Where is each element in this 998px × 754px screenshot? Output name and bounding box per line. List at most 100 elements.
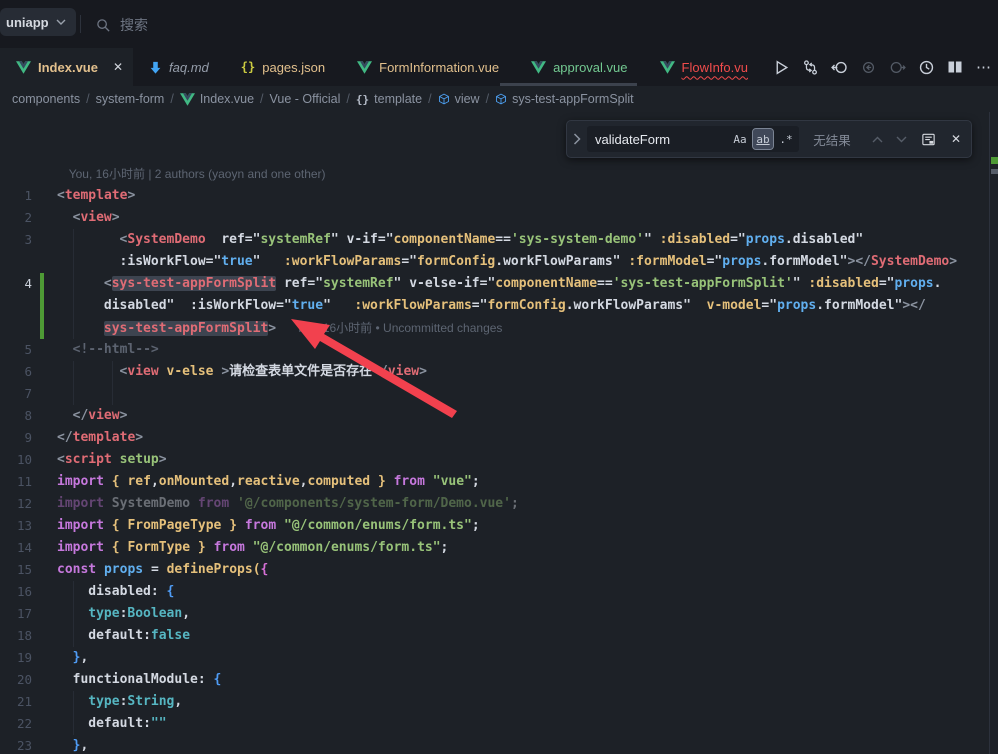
- breadcrumb-item-view[interactable]: view: [438, 92, 480, 106]
- more-actions-icon[interactable]: ⋯: [974, 57, 994, 77]
- indent-guide: [73, 383, 74, 405]
- line-number: 2: [0, 207, 32, 229]
- code-row[interactable]: 4<sys-test-appFormSplit ref="systemRef" …: [0, 273, 988, 295]
- code-token: String: [127, 694, 174, 709]
- code-token: {: [112, 474, 120, 489]
- code-row[interactable]: 23},: [0, 735, 988, 754]
- code-row[interactable]: 2<view>: [0, 207, 988, 229]
- overview-ruler[interactable]: [989, 112, 998, 754]
- ruler-added-marker: [991, 157, 998, 164]
- vue-file-icon: [660, 61, 675, 74]
- code-token: from: [394, 474, 425, 489]
- tab-flowinfo-vu[interactable]: FlowInfo.vu: [644, 48, 764, 86]
- code-token: .formModel": [816, 298, 902, 313]
- code-token: FromPageType: [127, 518, 221, 533]
- code-token: >: [221, 364, 229, 379]
- run-icon[interactable]: [771, 57, 791, 77]
- code-row[interactable]: sys-test-appFormSplit> You, 16小时前 • Unco…: [0, 317, 988, 339]
- code-token: =": [401, 254, 417, 269]
- code-row[interactable]: 16disabled: {: [0, 581, 988, 603]
- code-token: [104, 474, 112, 489]
- tab-label: FormInformation.vue: [379, 60, 499, 75]
- match-case-button[interactable]: Aa: [730, 129, 750, 149]
- timeline-icon[interactable]: [916, 57, 936, 77]
- code-row[interactable]: 20functionalModule: {: [0, 669, 988, 691]
- tabbar-scrollbar[interactable]: [500, 83, 637, 86]
- close-find-icon[interactable]: ✕: [943, 132, 969, 146]
- code-row[interactable]: 18 default:false: [0, 625, 988, 647]
- workspace-switcher-button[interactable]: uniapp: [0, 8, 76, 36]
- code-row[interactable]: :isWorkFlow="true" :workFlowParams="form…: [0, 251, 988, 273]
- tab-index-vue[interactable]: Index.vue✕: [0, 48, 133, 86]
- code-token: :: [143, 628, 151, 643]
- find-in-selection-icon[interactable]: [913, 132, 943, 147]
- toggle-replace-icon[interactable]: [567, 133, 587, 145]
- code-row[interactable]: 11import { ref,onMounted,reactive,comput…: [0, 471, 988, 493]
- code-token: props: [894, 276, 933, 291]
- regex-button[interactable]: .*: [776, 129, 796, 149]
- tab-forminformation-vue[interactable]: FormInformation.vue: [341, 48, 515, 86]
- code-token: componentName: [394, 232, 496, 247]
- search-icon: [96, 18, 111, 33]
- code-token: =": [472, 298, 488, 313]
- code-text: default:false: [88, 625, 190, 647]
- code-row[interactable]: disabled" :isWorkFlow="true" :workFlowPa…: [0, 295, 988, 317]
- code-row[interactable]: 17type:Boolean,: [0, 603, 988, 625]
- code-token: props: [104, 562, 143, 577]
- code-text: const props = defineProps({: [57, 559, 268, 581]
- code-row[interactable]: 1<template>: [0, 185, 988, 207]
- breadcrumb-item-template[interactable]: {}template: [356, 92, 422, 106]
- breadcrumb-label: components: [12, 92, 80, 106]
- close-tab-icon[interactable]: ✕: [113, 60, 123, 74]
- code-row[interactable]: 8</view>: [0, 405, 988, 427]
- code-row[interactable]: 19},: [0, 647, 988, 669]
- code-row[interactable]: 21type:String,: [0, 691, 988, 713]
- split-editor-icon[interactable]: [945, 57, 965, 77]
- code-row[interactable]: 9</template>: [0, 427, 988, 449]
- code-row[interactable]: 3<SystemDemo ref="systemRef" v-if="compo…: [0, 229, 988, 251]
- editor-pane[interactable]: You, 16小时前 | 2 authors (yaoyn and one ot…: [0, 112, 998, 754]
- breadcrumb-item-system-form[interactable]: system-form: [96, 92, 165, 106]
- code-row[interactable]: 6<view v-else >请检查表单文件是否存在</view>: [0, 361, 988, 383]
- code-row[interactable]: 15 const props = defineProps({: [0, 559, 988, 581]
- code-token: view: [127, 364, 158, 379]
- breadcrumb-item-vue-official[interactable]: Vue - Official: [270, 92, 341, 106]
- code-token: :: [143, 716, 151, 731]
- code-token: sys-test-appFormSplit: [112, 276, 276, 291]
- global-search-button[interactable]: 搜索: [96, 15, 148, 35]
- code-token: sys-test-appFormSplit: [104, 321, 268, 336]
- code-token: default: [88, 628, 143, 643]
- indent-guide: [112, 361, 113, 383]
- tab-bar: Index.vue✕faq.md{}pages.json FormInformat…: [0, 48, 764, 86]
- breadcrumb-separator: /: [86, 92, 89, 106]
- code-token: [206, 232, 222, 247]
- code-row[interactable]: 12import SystemDemo from '@/components/s…: [0, 493, 988, 515]
- code-row[interactable]: 7: [0, 383, 988, 405]
- line-number: 15: [0, 559, 32, 581]
- code-row[interactable]: 13import { FromPageType } from "@/common…: [0, 515, 988, 537]
- code-row[interactable]: 10<script setup>: [0, 449, 988, 471]
- back-circle-icon[interactable]: [829, 57, 849, 77]
- breadcrumb-item-components[interactable]: components: [12, 92, 80, 106]
- breadcrumb-item-index-vue[interactable]: Index.vue: [180, 92, 254, 106]
- breadcrumb-item-sys-test-appformsplit[interactable]: sys-test-appFormSplit: [495, 92, 634, 106]
- ruler-info-marker: [991, 169, 998, 174]
- line-number: 18: [0, 625, 32, 647]
- tab-pages-json[interactable]: {}pages.json: [225, 48, 341, 86]
- line-number: 6: [0, 361, 32, 383]
- code-row[interactable]: 22default:"": [0, 713, 988, 735]
- code-token: ,: [182, 606, 190, 621]
- code-row[interactable]: You, 16小时前 | 2 authors (yaoyn and one ot…: [0, 163, 988, 185]
- code-token: =": [707, 254, 723, 269]
- whole-word-button[interactable]: ab: [753, 129, 773, 149]
- code-token: computed: [308, 474, 371, 489]
- tab-faq-md[interactable]: faq.md: [133, 48, 225, 86]
- code-token: =": [245, 232, 261, 247]
- code-row[interactable]: 5<!--html-->: [0, 339, 988, 361]
- code-token: view: [388, 364, 419, 379]
- code-row[interactable]: 14import { FormType } from "@/common/enu…: [0, 537, 988, 559]
- code-token: from: [214, 540, 245, 555]
- code-token: =": [276, 298, 292, 313]
- git-actions-icon[interactable]: [800, 57, 820, 77]
- tab-approval-vue[interactable]: approval.vue: [515, 48, 643, 86]
